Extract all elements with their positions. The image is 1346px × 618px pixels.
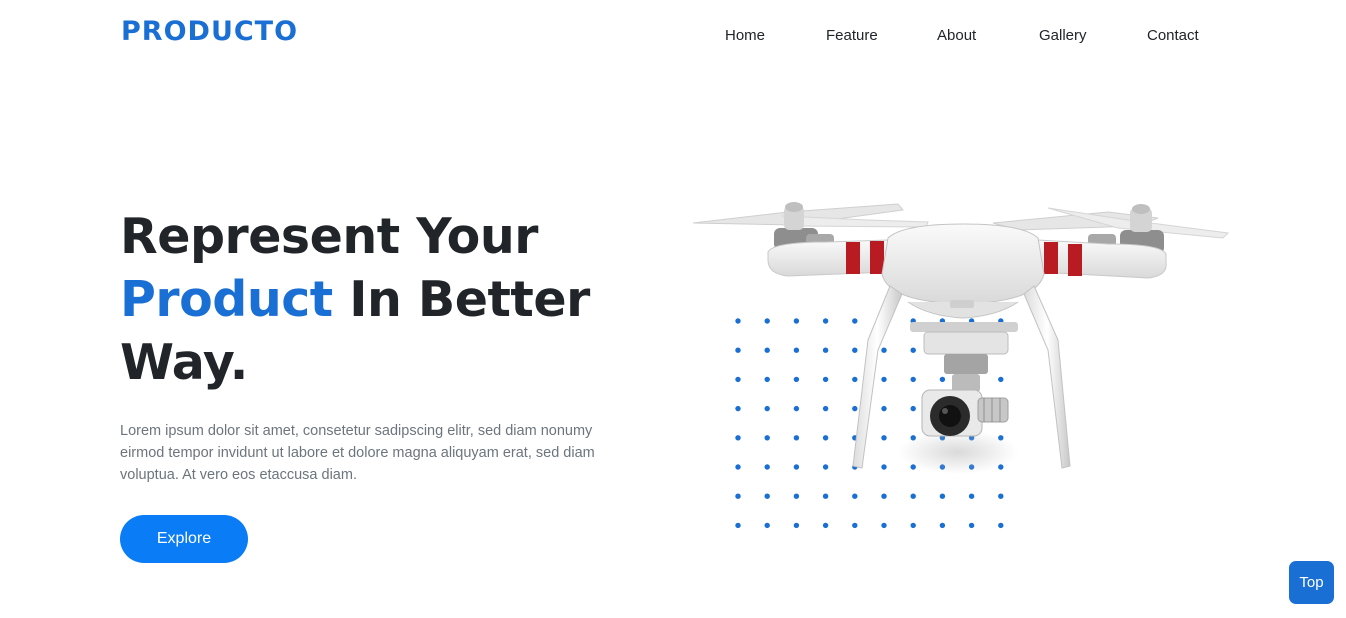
grid-dot	[881, 493, 887, 499]
main-nav: Home Feature About Gallery Contact	[0, 27, 1346, 47]
nav-gallery[interactable]: Gallery	[1039, 27, 1087, 44]
hero-title-line1: Represent Your	[120, 208, 538, 265]
nav-feature[interactable]: Feature	[826, 27, 878, 44]
grid-dot	[852, 522, 858, 529]
grid-dot	[764, 493, 770, 499]
grid-dot	[852, 493, 858, 499]
grid-dot	[764, 522, 770, 529]
hero-title-line3: Way.	[120, 334, 248, 391]
grid-dot	[968, 522, 975, 529]
grid-dot	[998, 493, 1004, 499]
grid-dot	[881, 522, 887, 529]
nav-contact[interactable]: Contact	[1147, 27, 1199, 44]
hero-title: Represent Your Product In Better Way.	[120, 205, 590, 394]
grid-dot	[939, 493, 946, 499]
grid-dot	[822, 522, 829, 529]
hero-title-line2: In Better	[332, 271, 590, 328]
grid-dot	[910, 493, 916, 499]
grid-dot	[939, 522, 946, 529]
hero-description: Lorem ipsum dolor sit amet, consetetur s…	[120, 423, 595, 483]
grid-dot	[910, 522, 916, 529]
grid-dot	[793, 493, 800, 499]
drone-product-image	[692, 202, 1230, 474]
grid-dot	[822, 493, 829, 499]
nav-home[interactable]: Home	[725, 27, 765, 44]
back-to-top-button[interactable]: Top	[1289, 561, 1334, 604]
grid-dot	[793, 522, 800, 529]
grid-dot	[998, 522, 1004, 529]
grid-dot	[735, 493, 741, 499]
nav-about[interactable]: About	[937, 27, 976, 44]
grid-dot	[735, 522, 741, 529]
explore-button[interactable]: Explore	[120, 515, 248, 563]
hero-title-accent: Product	[120, 271, 333, 328]
grid-dot	[968, 493, 975, 499]
